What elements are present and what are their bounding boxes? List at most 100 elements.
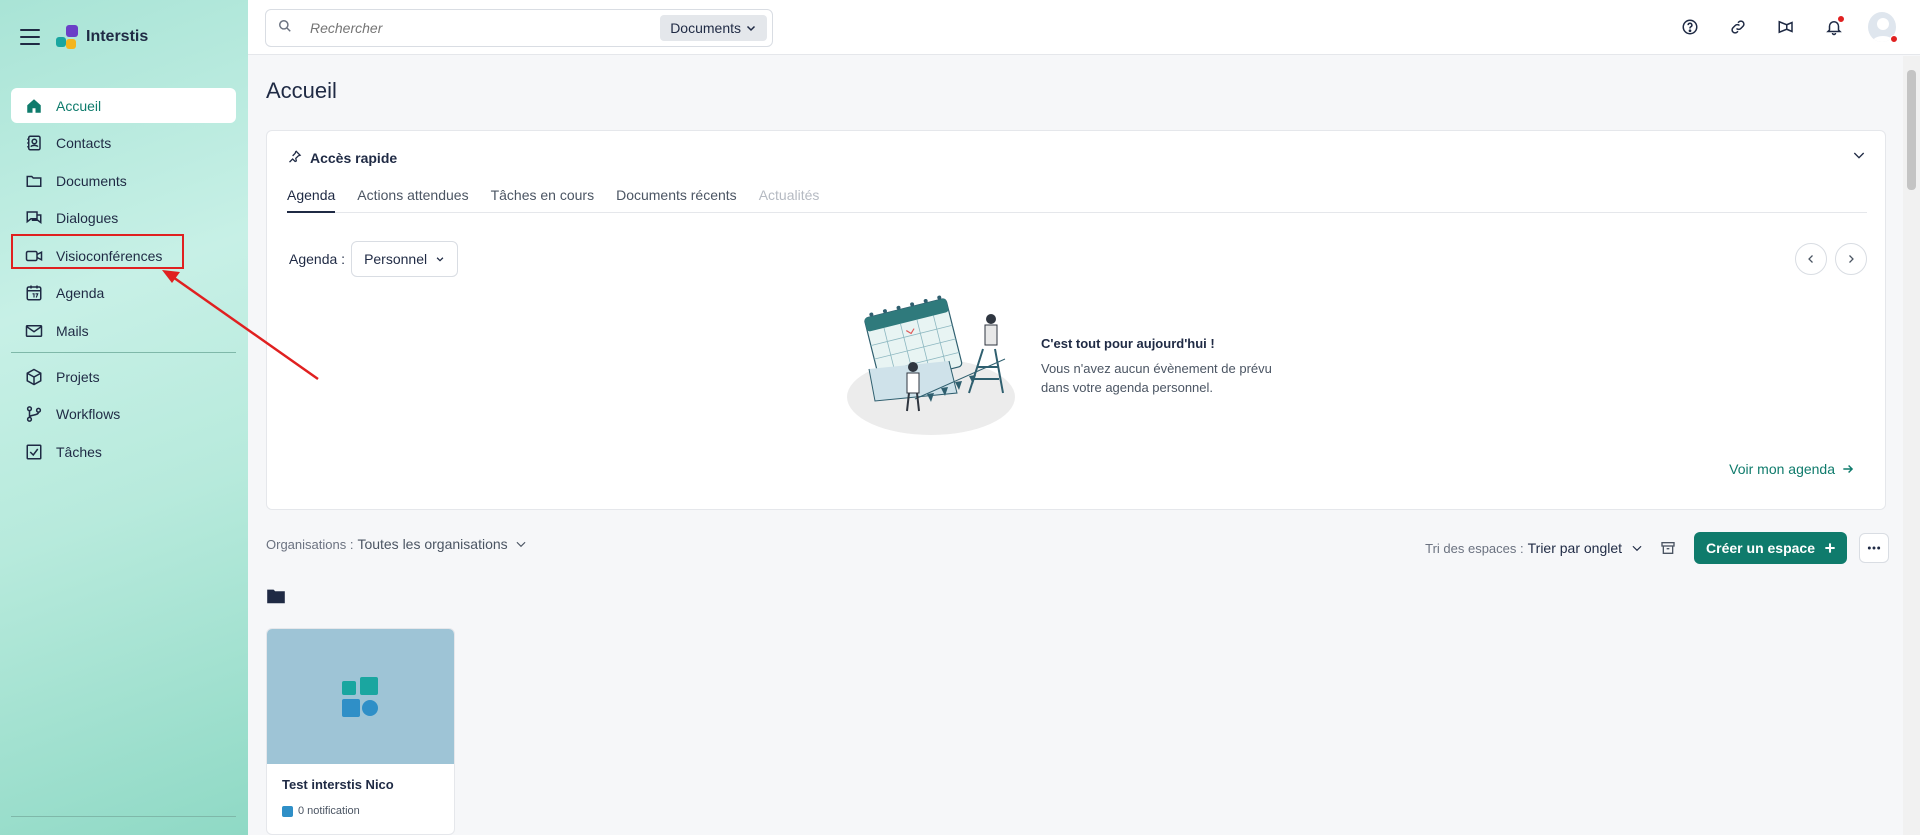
checkbox-icon bbox=[24, 442, 44, 462]
folder-icon[interactable] bbox=[266, 588, 286, 609]
search-scope-dropdown[interactable]: Documents bbox=[660, 15, 767, 41]
org-filter-label: Organisations : bbox=[266, 536, 354, 552]
chevron-down-icon bbox=[1851, 150, 1867, 167]
tab-documents-recents[interactable]: Documents récents bbox=[616, 187, 737, 213]
chevron-right-icon bbox=[1845, 253, 1857, 265]
more-horizontal-icon bbox=[1866, 540, 1882, 556]
announcement-icon[interactable] bbox=[1772, 13, 1800, 41]
agenda-navigation bbox=[1787, 243, 1867, 275]
notification-dot bbox=[1837, 15, 1845, 23]
tab-actualites: Actualités bbox=[758, 187, 820, 203]
sidebar: Interstis Accueil Contacts Documents Dia… bbox=[0, 0, 248, 835]
quick-access-tabs: Agenda Actions attendues Tâches en cours… bbox=[287, 187, 1867, 213]
sidebar-item-agenda[interactable]: Agenda bbox=[11, 276, 236, 311]
scrollbar-thumb[interactable] bbox=[1907, 70, 1916, 190]
sidebar-item-workflows[interactable]: Workflows bbox=[11, 397, 236, 432]
app-name: Interstis bbox=[86, 28, 149, 45]
sidebar-item-dialogues[interactable]: Dialogues bbox=[11, 201, 236, 236]
sidebar-item-label: Accueil bbox=[56, 97, 102, 114]
see-agenda-label: Voir mon agenda bbox=[1729, 461, 1835, 477]
chevron-down-icon bbox=[745, 22, 757, 34]
top-bar: Documents bbox=[248, 0, 1920, 55]
sidebar-item-documents[interactable]: Documents bbox=[11, 163, 236, 198]
home-icon bbox=[24, 96, 44, 116]
see-agenda-link[interactable]: Voir mon agenda bbox=[1729, 461, 1855, 477]
sidebar-item-label: Tâches bbox=[56, 443, 102, 460]
space-notification-count: 0 notification bbox=[298, 805, 360, 817]
cube-icon bbox=[24, 367, 44, 387]
sidebar-bottom-divider bbox=[11, 816, 236, 817]
agenda-label: Agenda : bbox=[289, 251, 346, 267]
create-space-button[interactable]: Créer un espace bbox=[1694, 532, 1847, 564]
mail-icon bbox=[24, 321, 44, 341]
empty-agenda-illustration bbox=[845, 289, 1021, 437]
sidebar-item-accueil[interactable]: Accueil bbox=[11, 88, 236, 123]
tab-actions-attendues[interactable]: Actions attendues bbox=[357, 187, 468, 213]
quick-access-header: Accès rapide bbox=[287, 149, 397, 167]
plus-icon bbox=[1823, 541, 1837, 555]
search-scope-label: Documents bbox=[670, 20, 741, 36]
sidebar-item-label: Agenda bbox=[56, 285, 105, 301]
main-content: Accueil Accès rapide Agenda Actions atte… bbox=[248, 56, 1903, 835]
top-actions bbox=[1656, 12, 1898, 43]
sidebar-item-label: Mails bbox=[56, 322, 89, 339]
tab-taches-en-cours[interactable]: Tâches en cours bbox=[491, 187, 595, 213]
folder-icon bbox=[24, 171, 44, 191]
sidebar-item-mails[interactable]: Mails bbox=[11, 313, 236, 348]
help-icon[interactable] bbox=[1676, 13, 1704, 41]
sidebar-item-projets[interactable]: Projets bbox=[11, 359, 236, 394]
empty-agenda-text: Vous n'avez aucun évènement de prévu dan… bbox=[1041, 361, 1272, 395]
archive-icon[interactable] bbox=[1660, 540, 1676, 556]
pin-icon bbox=[287, 149, 302, 167]
notification-square-icon bbox=[282, 805, 293, 817]
sidebar-item-label: Projets bbox=[56, 368, 100, 385]
chevron-down-icon bbox=[435, 254, 445, 264]
space-logo-icon bbox=[342, 677, 378, 717]
arrow-right-icon bbox=[1841, 462, 1855, 476]
menu-icon[interactable] bbox=[20, 29, 40, 45]
chevron-left-icon bbox=[1805, 253, 1817, 265]
user-menu[interactable] bbox=[1868, 12, 1898, 43]
space-name: Test interstis Nico bbox=[282, 777, 394, 792]
brand: Interstis bbox=[20, 22, 148, 52]
search-input[interactable] bbox=[310, 20, 650, 36]
sidebar-item-label: Dialogues bbox=[56, 210, 119, 226]
search-bar: Documents bbox=[265, 9, 773, 47]
org-filter-value: Toutes les organisations bbox=[357, 536, 508, 552]
create-space-label: Créer un espace bbox=[1706, 540, 1815, 556]
sidebar-item-label: Documents bbox=[56, 172, 127, 189]
sidebar-item-taches[interactable]: Tâches bbox=[11, 434, 236, 469]
sidebar-divider bbox=[11, 352, 236, 353]
chevron-down-icon[interactable] bbox=[1630, 541, 1644, 555]
agenda-select[interactable]: Personnel bbox=[351, 241, 459, 277]
agenda-select-value: Personnel bbox=[364, 251, 428, 267]
chat-icon bbox=[24, 208, 44, 228]
space-card[interactable]: Test interstis Nico 0 notification bbox=[266, 628, 455, 835]
tab-agenda[interactable]: Agenda bbox=[287, 187, 336, 213]
space-cover bbox=[267, 629, 454, 764]
scrollbar[interactable] bbox=[1903, 56, 1920, 835]
sidebar-nav: Accueil Contacts Documents Dialogues Vis… bbox=[11, 88, 236, 472]
notification-bell-icon[interactable] bbox=[1820, 13, 1848, 41]
sidebar-item-contacts[interactable]: Contacts bbox=[11, 126, 236, 161]
sort-label: Tri des espaces : bbox=[1425, 540, 1524, 556]
space-tools: Tri des espaces : Trier par onglet Créer… bbox=[1425, 532, 1889, 564]
sidebar-item-label: Contacts bbox=[56, 135, 112, 151]
workflow-icon bbox=[24, 404, 44, 424]
agenda-filter: Agenda : Personnel bbox=[289, 241, 459, 277]
sort-dropdown[interactable]: Trier par onglet bbox=[1528, 540, 1622, 556]
calendar-icon bbox=[24, 283, 44, 303]
annotation-highlight-box bbox=[11, 234, 184, 269]
collapse-button[interactable] bbox=[1851, 147, 1867, 168]
empty-agenda-title: C'est tout pour aujourd'hui ! bbox=[1041, 336, 1215, 351]
organisation-filter[interactable]: Organisations : Toutes les organisations bbox=[266, 536, 528, 552]
status-dot bbox=[1890, 35, 1898, 43]
previous-button[interactable] bbox=[1795, 243, 1827, 275]
space-notifications: 0 notification bbox=[282, 805, 360, 817]
sidebar-item-label: Workflows bbox=[56, 406, 121, 422]
more-options-button[interactable] bbox=[1859, 533, 1889, 563]
quick-access-card: Accès rapide Agenda Actions attendues Tâ… bbox=[266, 130, 1886, 510]
link-icon[interactable] bbox=[1724, 13, 1752, 41]
quick-access-title: Accès rapide bbox=[310, 150, 398, 166]
next-button[interactable] bbox=[1835, 243, 1867, 275]
